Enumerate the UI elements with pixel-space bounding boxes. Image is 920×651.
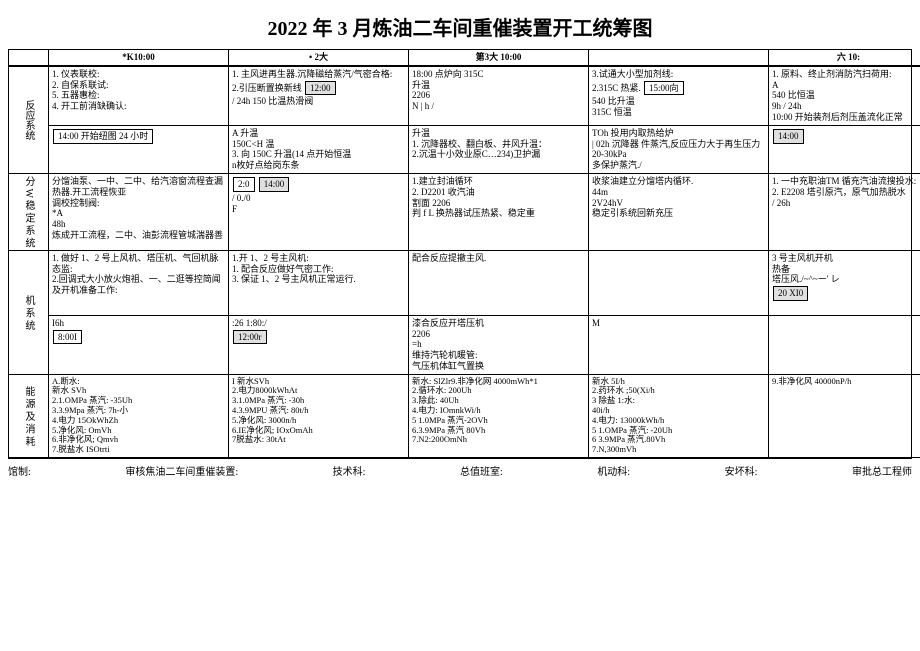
- r1c5-l5: 10:00 开始装剂后剂压盖流化正常: [772, 112, 920, 123]
- row-label-energy: 能 源 及 消 耗: [9, 375, 49, 458]
- r1c4-l2: 2.315C 热紧.: [592, 83, 641, 93]
- r1c3-l2: 升温: [412, 80, 585, 91]
- r1c1-l1: 1. 仪表联校:: [52, 69, 225, 80]
- r1b2-l4: n枚好点给岗东条: [232, 160, 405, 171]
- r2c5-l3: / 26h: [772, 198, 920, 209]
- r2c4-l2: 44m: [592, 187, 765, 198]
- r3c1-l2: 2.回调式大小放火炮祖、一、二逛等控简闻及开机准备工作:: [52, 274, 225, 296]
- r2c3-l4: 判 f L 换热器试压热紧、稳定重: [412, 208, 585, 219]
- r1b2-l2: 150C<H 温: [232, 139, 405, 150]
- r3b2-l1: :26 1:80:/: [232, 318, 405, 329]
- r2c5-l2: 2. E2208 塔引原汽，原气加热脱水: [772, 187, 920, 198]
- tl-h3: 第3大 10:00: [409, 50, 589, 66]
- r1c2-l2: 2.引压断置换新线: [232, 83, 302, 93]
- row-label-reaction: 反应系统: [9, 67, 49, 174]
- r1b5-l1: 14:00: [773, 129, 804, 144]
- footer-6: 安坏科:: [725, 463, 758, 478]
- r3c5-l3: 塔压风./~^~ー' レ: [772, 274, 920, 285]
- r1c4-time: 15:00向: [644, 81, 684, 96]
- r1c2-l3: / 24h 150 比温热滑阀: [232, 96, 405, 107]
- r1c5-l1: 1. 原料、终止剂消防汽扫荷用:: [772, 69, 920, 80]
- r3b3-l5: 气压机体缸气置换: [412, 361, 585, 372]
- r1c4-l4: 540 比升温: [592, 96, 765, 107]
- r3b3-l4: 维持汽轮机暖管:: [412, 350, 585, 361]
- footer-2: 审核焦油二车间重催装置:: [125, 463, 238, 478]
- r1c5-l4: 540 比恒温: [772, 90, 920, 101]
- r1c1-l3: 5. 五器惠检:: [52, 90, 225, 101]
- r3c1-l1: 1. 做好 1、2 号上风机、塔压机、气回机脉态监:: [52, 253, 225, 275]
- r1b3-l1: 升温: [412, 128, 585, 139]
- r4c5-l1: 9.非净化风 40000nP/h: [772, 377, 920, 387]
- r2c3-l3: 割面 2206: [412, 198, 585, 209]
- r4c2-l7: 7脱盐水: 30tAt: [232, 435, 405, 445]
- r2c2-l4: F: [232, 204, 405, 215]
- r3c5-l1: 3 号主风机开机: [772, 253, 920, 264]
- tl-h2: • 2大: [229, 50, 409, 66]
- r2c1-l3: *A: [52, 208, 225, 219]
- tl-h1: *K10:00: [49, 50, 229, 66]
- r3c2-l3: 3. 保证 1、2 号主风机正常运行.: [232, 274, 405, 285]
- r1c2-l1: 1. 主风进再生器.沉降磁给蒸汽/气密合格:: [232, 69, 405, 80]
- r2c1-l5: 炼成开工流程，二中、油彭流程管城湍器善: [52, 230, 225, 241]
- r3b3-l2: 2206: [412, 329, 585, 340]
- r3c5-box: 20 XI0: [773, 286, 808, 301]
- r1c1-l4: 4. 开工前消缺确认:: [52, 101, 225, 112]
- r2c4-l1: 收浆油建立分馏塔内循环.: [592, 176, 765, 187]
- r1b3-l3: 2.沉温十小效业原C…234)卫护漏: [412, 149, 585, 160]
- r3b3-l3: =h: [412, 339, 585, 350]
- row-label-fraction: 分 W 稳 定 系 统: [9, 174, 49, 251]
- r1c1-l2: 2. 自保系联试:: [52, 80, 225, 91]
- r1b3-l2: 1. 沉降器校、翻白板、井风升温：: [412, 139, 585, 150]
- r1c5-l2: A: [772, 80, 920, 91]
- r3c2-l1: 1.开 1、2 号主风机:: [232, 253, 405, 264]
- tl-h4: [589, 50, 769, 66]
- r3b4-l1: M: [592, 318, 765, 329]
- r1b2-l1: A 升温: [232, 128, 405, 139]
- r2c2-l1: 2:0: [233, 177, 255, 192]
- footer-3: 技术科:: [333, 463, 366, 478]
- r1b2-l3: 3. 向 150C 升温(14 点开始恒温: [232, 149, 405, 160]
- r4c3-l7: 7.N2:200OmNh: [412, 435, 585, 445]
- r2c1-l4: 48h: [52, 219, 225, 230]
- r3b1-l1: I6h: [52, 318, 225, 329]
- r3c2-l2: 1. 配合反应做好气密工作:: [232, 264, 405, 275]
- r1b1-l1: 14:00 开始纽图 24 小时: [53, 129, 153, 144]
- r1b4-l2: TOh 投用内取热给炉: [592, 128, 765, 139]
- row-label-machine: 机 系 统: [9, 251, 49, 375]
- r2c3-l2: 2. D2201 收汽油: [412, 187, 585, 198]
- r1c3-l1: 18:00 点炉向 315C: [412, 69, 585, 80]
- r4c1-l8: 7.脱盐水 ISOtrti: [52, 445, 225, 455]
- r3c3-l1: 配合反应提撤主风.: [412, 253, 585, 264]
- r1c2-time: 12:00: [305, 81, 336, 96]
- r1b4-l3: 多保护蒸汽./: [592, 160, 765, 171]
- r4c4-l3: 3 除盐 1:水:: [592, 396, 765, 406]
- r1c4-l1: 3.试通大小型加剂线:: [592, 69, 765, 80]
- r1c3-l3: 2206: [412, 90, 585, 101]
- r2c2-l3: / 0./0: [232, 193, 405, 204]
- r3c5-l2: 热备: [772, 264, 920, 275]
- r2c3-l1: 1.建立封油循环: [412, 176, 585, 187]
- tl-h5: 六 10:: [769, 50, 920, 66]
- r3b1-l2: 8:00I: [53, 330, 82, 345]
- r3b3-l1: 漆合反应开塔压机: [412, 318, 585, 329]
- r3b2-box: 12:00r: [233, 330, 267, 345]
- r1c3-l4: N | h /: [412, 101, 585, 112]
- footer-5: 机动科:: [597, 463, 630, 478]
- page-title: 2022 年 3 月炼油二车间重催装置开工统筹图: [8, 12, 912, 41]
- r2c4-l4: 稳定引系统回新充压: [592, 208, 765, 219]
- footer-4: 总值班室:: [460, 463, 503, 478]
- r1b4-l1: | 02h 沉降器 件蒸汽,反应压力大于再生压力 20-30kPa: [592, 139, 765, 161]
- r2c1-l2: 调校控制阀:: [52, 198, 225, 209]
- r1c5-l3: 9h / 24h: [772, 101, 920, 112]
- footer-7: 审批总工程师: [852, 463, 912, 478]
- r2c4-l3: 2V24hV: [592, 198, 765, 209]
- r2c5-l1: 1. 一中充职油TM 循充汽油流搜投水:: [772, 176, 920, 187]
- r4c4-l8: 7.N,300mVh: [592, 445, 765, 455]
- r2c2-l2: 14:00: [259, 177, 290, 192]
- r1c4-l3: 315C 恒温: [592, 107, 765, 118]
- footer-1: 馆制:: [8, 463, 31, 478]
- r2c1-l1: 分馏油泵、一中、二中、给汽溶窗流程查漏热器.开工流程恢亚: [52, 176, 225, 198]
